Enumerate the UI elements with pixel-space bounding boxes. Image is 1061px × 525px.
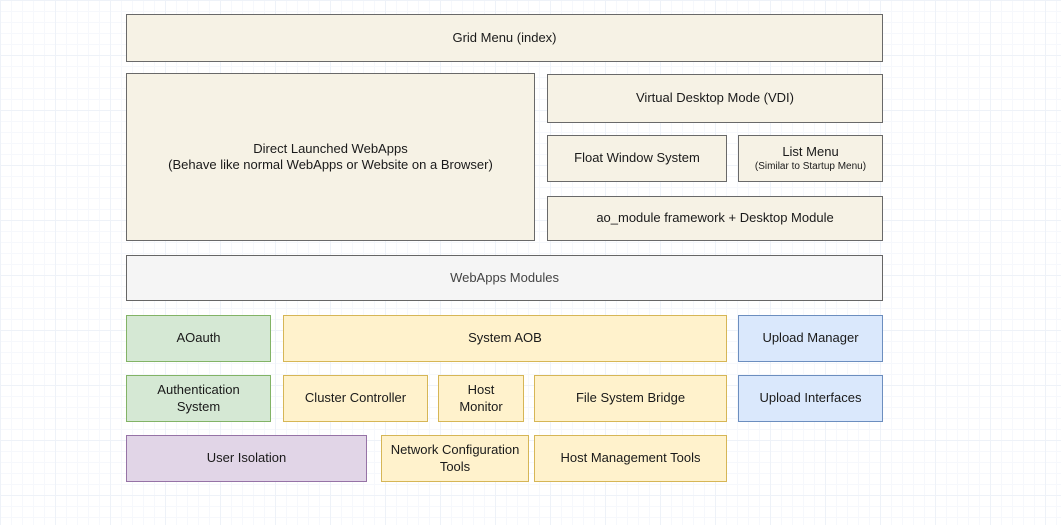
node-grid-menu: Grid Menu (index): [126, 14, 883, 62]
node-cluster-controller: Cluster Controller: [283, 375, 428, 422]
node-network-configuration-tools: Network Configuration Tools: [381, 435, 529, 482]
node-direct-launched-webapps-line1: Direct Launched WebApps: [253, 141, 407, 157]
node-user-isolation: User Isolation: [126, 435, 367, 482]
node-aoauth: AOauth: [126, 315, 271, 362]
node-list-menu-subtitle: (Similar to Startup Menu): [755, 161, 866, 174]
diagram-canvas: Grid Menu (index) Direct Launched WebApp…: [0, 0, 1061, 525]
node-authentication-system: Authentication System: [126, 375, 271, 422]
node-host-management-tools: Host Management Tools: [534, 435, 727, 482]
node-list-menu: List Menu (Similar to Startup Menu): [738, 135, 883, 182]
node-direct-launched-webapps-line2: (Behave like normal WebApps or Website o…: [168, 157, 493, 173]
node-list-menu-title: List Menu: [782, 144, 838, 160]
node-webapps-modules: WebApps Modules: [126, 255, 883, 301]
node-float-window-system: Float Window System: [547, 135, 727, 182]
node-ao-module-framework: ao_module framework + Desktop Module: [547, 196, 883, 241]
node-upload-manager: Upload Manager: [738, 315, 883, 362]
node-upload-interfaces: Upload Interfaces: [738, 375, 883, 422]
node-virtual-desktop-mode: Virtual Desktop Mode (VDI): [547, 74, 883, 123]
node-direct-launched-webapps: Direct Launched WebApps (Behave like nor…: [126, 73, 535, 241]
node-system-aob: System AOB: [283, 315, 727, 362]
node-file-system-bridge: File System Bridge: [534, 375, 727, 422]
node-host-monitor: Host Monitor: [438, 375, 524, 422]
